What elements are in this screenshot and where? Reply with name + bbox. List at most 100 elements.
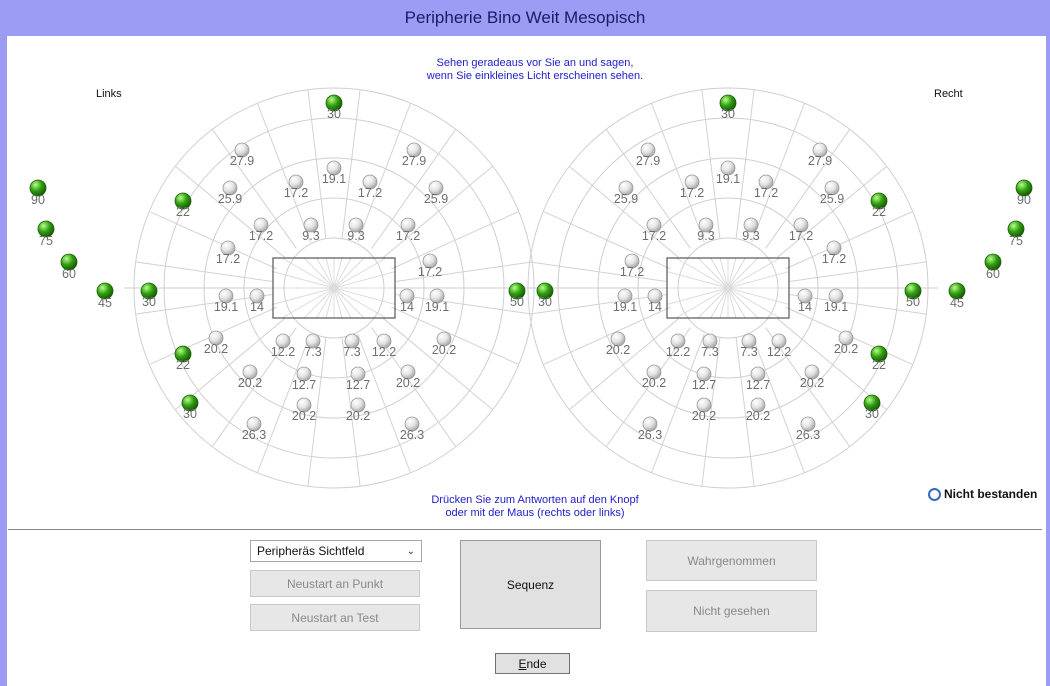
- perceived-button[interactable]: Wahrgenommen: [646, 540, 817, 581]
- stimulus-point-untested[interactable]: 9.3: [347, 217, 365, 243]
- stimulus-point-untested[interactable]: 17.2: [216, 240, 240, 266]
- point-value-label: 7.3: [343, 345, 360, 359]
- stimulus-point-untested[interactable]: 27.9: [402, 142, 426, 168]
- chevron-down-icon[interactable]: ⌄: [407, 546, 415, 557]
- stimulus-point-untested[interactable]: 17.2: [284, 174, 308, 200]
- stimulus-point-untested[interactable]: 26.3: [796, 416, 820, 442]
- stimulus-point-passed[interactable]: 60: [984, 253, 1002, 281]
- stimulus-point-untested[interactable]: 17.2: [789, 217, 813, 243]
- stimulus-point-passed[interactable]: 50: [508, 282, 526, 309]
- stimulus-point-untested[interactable]: 19.1: [716, 160, 740, 186]
- stimulus-point-passed[interactable]: 22: [870, 192, 888, 219]
- stimulus-point-passed[interactable]: 22: [174, 345, 192, 372]
- stimulus-point-untested[interactable]: 26.3: [400, 416, 424, 442]
- stimulus-point-untested[interactable]: 20.2: [238, 364, 262, 390]
- point-value-label: 25.9: [614, 192, 638, 206]
- stimulus-point-passed[interactable]: 90: [1015, 179, 1033, 207]
- stimulus-point-untested[interactable]: 25.9: [424, 180, 448, 206]
- stimulus-point-untested[interactable]: 25.9: [614, 180, 638, 206]
- stimulus-point-untested[interactable]: 20.2: [606, 331, 630, 357]
- point-value-label: 12.7: [346, 378, 370, 392]
- stimulus-point-untested[interactable]: 20.2: [834, 330, 858, 356]
- point-value-label: 9.3: [742, 229, 759, 243]
- stimulus-point-untested[interactable]: 26.3: [638, 416, 662, 442]
- stimulus-point-untested[interactable]: 20.2: [292, 397, 316, 423]
- stimulus-point-untested[interactable]: 7.3: [343, 333, 361, 359]
- instruction-bottom-line2: oder mit der Maus (rechts oder links): [445, 507, 625, 519]
- stimulus-point-untested[interactable]: 19.1: [425, 288, 449, 314]
- stimulus-point-passed[interactable]: 30: [863, 394, 881, 421]
- stimulus-point-passed[interactable]: 45: [948, 282, 966, 310]
- stimulus-point-untested[interactable]: 26.3: [242, 416, 266, 442]
- stimulus-point-untested[interactable]: 20.2: [746, 397, 770, 423]
- point-value-label: 26.3: [796, 428, 820, 442]
- stimulus-point-untested[interactable]: 9.3: [697, 217, 715, 243]
- stimulus-point-untested[interactable]: 20.2: [396, 364, 420, 390]
- stimulus-point-untested[interactable]: 20.2: [204, 330, 228, 356]
- stimulus-point-passed[interactable]: 30: [536, 282, 554, 309]
- stimulus-point-passed[interactable]: 75: [37, 220, 55, 248]
- stimulus-point-untested[interactable]: 12.2: [271, 333, 295, 359]
- stimulus-point-untested[interactable]: 17.2: [680, 174, 704, 200]
- stimulus-point-passed[interactable]: 22: [174, 192, 192, 219]
- stimulus-point-untested[interactable]: 17.2: [822, 240, 846, 266]
- stimulus-point-untested[interactable]: 12.2: [666, 333, 690, 359]
- point-value-label: 20.2: [432, 343, 456, 357]
- stimulus-point-passed[interactable]: 75: [1007, 220, 1025, 248]
- stimulus-point-untested[interactable]: 12.2: [767, 333, 791, 359]
- mode-select[interactable]: Peripheräs Sichtfeld ⌄: [250, 540, 422, 562]
- point-value-label: 50: [510, 295, 524, 309]
- stimulus-point-untested[interactable]: 20.2: [432, 331, 456, 357]
- stimulus-point-untested[interactable]: 17.2: [396, 217, 420, 243]
- stimulus-point-untested[interactable]: 9.3: [742, 217, 760, 243]
- end-button[interactable]: Ende: [495, 653, 570, 674]
- stimulus-point-untested[interactable]: 17.2: [358, 174, 382, 200]
- stimulus-point-untested[interactable]: 17.2: [249, 217, 273, 243]
- stimulus-point-untested[interactable]: 19.1: [824, 288, 848, 314]
- restart-point-button[interactable]: Neustart an Punkt: [250, 570, 420, 597]
- stimulus-point-untested[interactable]: 14: [249, 288, 265, 314]
- grid-spoke: [382, 165, 493, 258]
- stimulus-point-untested[interactable]: 12.7: [292, 366, 316, 392]
- stimulus-point-untested[interactable]: 27.9: [636, 142, 660, 168]
- stimulus-point-passed[interactable]: 50: [904, 282, 922, 309]
- stimulus-point-untested[interactable]: 7.3: [701, 333, 719, 359]
- stimulus-point-untested[interactable]: 17.2: [754, 174, 778, 200]
- point-value-label: 17.2: [822, 252, 846, 266]
- stimulus-point-passed[interactable]: 90: [29, 179, 47, 207]
- restart-test-button[interactable]: Neustart an Test: [250, 604, 420, 631]
- point-value-label: 17.2: [418, 265, 442, 279]
- point-value-label: 27.9: [808, 154, 832, 168]
- stimulus-point-passed[interactable]: 30: [325, 94, 343, 121]
- stimulus-point-untested[interactable]: 9.3: [302, 217, 320, 243]
- stimulus-point-passed[interactable]: 45: [96, 282, 114, 310]
- stimulus-point-untested[interactable]: 20.2: [642, 364, 666, 390]
- stimulus-point-untested[interactable]: 27.9: [230, 142, 254, 168]
- sequence-button[interactable]: Sequenz: [460, 540, 601, 629]
- stimulus-point-untested[interactable]: 17.2: [418, 253, 442, 279]
- stimulus-point-passed[interactable]: 30: [719, 94, 737, 121]
- stimulus-point-passed[interactable]: 22: [870, 345, 888, 372]
- stimulus-point-untested[interactable]: 14: [797, 288, 813, 314]
- stimulus-point-untested[interactable]: 14: [647, 288, 663, 314]
- stimulus-point-untested[interactable]: 12.7: [346, 366, 370, 392]
- stimulus-point-passed[interactable]: 30: [140, 282, 158, 309]
- stimulus-point-untested[interactable]: 7.3: [740, 333, 758, 359]
- stimulus-point-untested[interactable]: 12.7: [692, 366, 716, 392]
- stimulus-point-untested[interactable]: 25.9: [218, 180, 242, 206]
- stimulus-point-untested[interactable]: 19.1: [214, 288, 238, 314]
- stimulus-point-untested[interactable]: 17.2: [642, 217, 666, 243]
- stimulus-point-untested[interactable]: 19.1: [613, 288, 637, 314]
- stimulus-point-untested[interactable]: 20.2: [800, 364, 824, 390]
- stimulus-point-untested[interactable]: 17.2: [620, 253, 644, 279]
- stimulus-point-untested[interactable]: 7.3: [304, 333, 322, 359]
- not-seen-button[interactable]: Nicht gesehen: [646, 590, 817, 632]
- stimulus-point-untested[interactable]: 12.7: [746, 366, 770, 392]
- stimulus-point-untested[interactable]: 25.9: [820, 180, 844, 206]
- stimulus-point-untested[interactable]: 19.1: [322, 160, 346, 186]
- stimulus-point-untested[interactable]: 12.2: [372, 333, 396, 359]
- stimulus-point-untested[interactable]: 27.9: [808, 142, 832, 168]
- stimulus-point-untested[interactable]: 14: [399, 288, 415, 314]
- stimulus-point-passed[interactable]: 30: [181, 394, 199, 421]
- stimulus-point-passed[interactable]: 60: [60, 253, 78, 281]
